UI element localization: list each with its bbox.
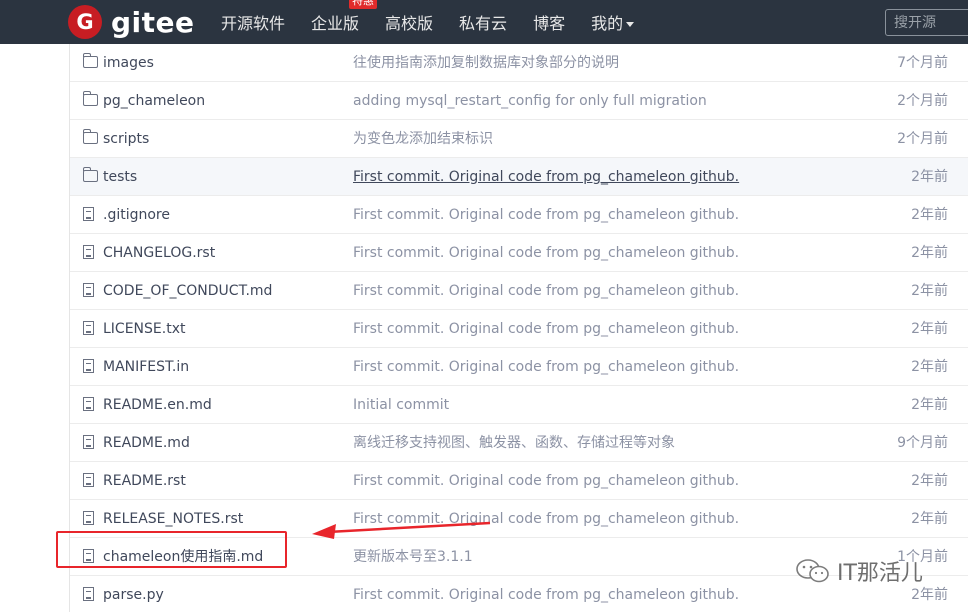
promo-badge: 特惠: [349, 0, 378, 9]
commit-time: 2年前: [911, 473, 948, 489]
file-row-license[interactable]: LICENSE.txt First commit. Original code …: [70, 310, 968, 348]
nav-private-cloud[interactable]: 私有云: [459, 10, 507, 34]
file-name-link[interactable]: LICENSE.txt: [103, 310, 185, 348]
file-icon: [83, 207, 94, 222]
commit-message-link[interactable]: First commit. Original code from pg_cham…: [353, 576, 739, 612]
commit-message-link[interactable]: 为变色龙添加结束标识: [353, 120, 493, 158]
logo-text: gitee: [111, 5, 195, 39]
file-icon: [83, 359, 94, 374]
file-name-link[interactable]: CHANGELOG.rst: [103, 234, 215, 272]
commit-time: 2年前: [911, 397, 948, 413]
commit-message-link[interactable]: Initial commit: [353, 386, 449, 424]
folder-icon: [82, 129, 98, 144]
file-row-gitignore[interactable]: .gitignore First commit. Original code f…: [70, 196, 968, 234]
commit-time: 2年前: [911, 587, 948, 603]
folder-icon: [82, 167, 98, 182]
file-name-link[interactable]: README.en.md: [103, 386, 212, 424]
file-icon: [83, 473, 94, 488]
commit-message-link[interactable]: First commit. Original code from pg_cham…: [353, 348, 739, 386]
file-row-scripts[interactable]: scripts 为变色龙添加结束标识 2个月前: [70, 120, 968, 158]
file-row-readme-md[interactable]: README.md 离线迁移支持视图、触发器、函数、存储过程等对象 9个月前: [70, 424, 968, 462]
nav-open-source[interactable]: 开源软件: [221, 10, 285, 34]
file-name-link[interactable]: CODE_OF_CONDUCT.md: [103, 272, 272, 310]
file-row-chameleon-guide[interactable]: chameleon使用指南.md 更新版本号至3.1.1 1个月前: [70, 538, 968, 576]
commit-message-link[interactable]: First commit. Original code from pg_cham…: [353, 310, 739, 348]
file-row-code-of-conduct[interactable]: CODE_OF_CONDUCT.md First commit. Origina…: [70, 272, 968, 310]
commit-message-link[interactable]: 更新版本号至3.1.1: [353, 538, 473, 576]
file-icon: [83, 321, 94, 336]
commit-time: 2个月前: [897, 93, 948, 109]
file-icon: [83, 549, 94, 564]
file-name-link[interactable]: README.md: [103, 424, 190, 462]
folder-icon: [82, 91, 98, 106]
commit-message-link[interactable]: adding mysql_restart_config for only ful…: [353, 82, 707, 120]
file-row-pg-chameleon[interactable]: pg_chameleon adding mysql_restart_config…: [70, 82, 968, 120]
commit-time: 2个月前: [897, 131, 948, 147]
file-icon: [83, 587, 94, 602]
file-row-readme-rst[interactable]: README.rst First commit. Original code f…: [70, 462, 968, 500]
file-name-link[interactable]: tests: [103, 158, 137, 196]
nav-mine-dropdown[interactable]: 我的: [591, 10, 635, 34]
file-icon: [83, 435, 94, 450]
commit-message-link[interactable]: First commit. Original code from pg_cham…: [353, 196, 739, 234]
file-icon: [83, 511, 94, 526]
file-name-link[interactable]: parse.py: [103, 576, 164, 612]
commit-message-link[interactable]: First commit. Original code from pg_cham…: [353, 500, 739, 538]
commit-time: 2年前: [911, 169, 948, 185]
folder-icon: [82, 53, 98, 68]
commit-message-link[interactable]: 离线迁移支持视图、触发器、函数、存储过程等对象: [353, 424, 675, 462]
commit-time: 2年前: [911, 359, 948, 375]
file-name-link[interactable]: RELEASE_NOTES.rst: [103, 500, 243, 538]
file-name-link[interactable]: scripts: [103, 120, 149, 158]
commit-message-link[interactable]: First commit. Original code from pg_cham…: [353, 462, 739, 500]
gitee-logo-icon: G: [68, 5, 102, 39]
commit-message-link[interactable]: First commit. Original code from pg_cham…: [353, 234, 739, 272]
file-name-link[interactable]: pg_chameleon: [103, 82, 205, 120]
nav-education[interactable]: 高校版: [385, 10, 433, 34]
file-icon: [83, 245, 94, 260]
commit-time: 2年前: [911, 321, 948, 337]
commit-message-link[interactable]: 往使用指南添加复制数据库对象部分的说明: [353, 44, 619, 82]
nav-enterprise[interactable]: 企业版 特惠: [311, 0, 378, 34]
commit-time: 2年前: [911, 283, 948, 299]
file-row-tests[interactable]: tests First commit. Original code from p…: [70, 158, 968, 196]
top-navbar: G gitee 开源软件 企业版 特惠 高校版 私有云 博客 我的: [0, 0, 968, 44]
nav-blog[interactable]: 博客: [533, 10, 565, 34]
file-row-parse-py[interactable]: parse.py First commit. Original code fro…: [70, 576, 968, 612]
file-row-readme-en[interactable]: README.en.md Initial commit 2年前: [70, 386, 968, 424]
file-row-images[interactable]: images 往使用指南添加复制数据库对象部分的说明 7个月前: [70, 44, 968, 82]
commit-time: 2年前: [911, 207, 948, 223]
gitee-logo[interactable]: G gitee: [68, 5, 195, 39]
main-nav: 开源软件 企业版 特惠 高校版 私有云 博客 我的: [221, 0, 660, 44]
commit-message-link[interactable]: First commit. Original code from pg_cham…: [353, 272, 739, 310]
file-list: images 往使用指南添加复制数据库对象部分的说明 7个月前 pg_chame…: [69, 44, 968, 612]
file-row-changelog[interactable]: CHANGELOG.rst First commit. Original cod…: [70, 234, 968, 272]
file-row-release-notes[interactable]: RELEASE_NOTES.rst First commit. Original…: [70, 500, 968, 538]
file-icon: [83, 283, 94, 298]
commit-message-link[interactable]: First commit. Original code from pg_cham…: [353, 158, 739, 196]
search-box[interactable]: [885, 9, 968, 36]
file-name-link[interactable]: README.rst: [103, 462, 186, 500]
chevron-down-icon: [626, 22, 635, 27]
commit-time: 2年前: [911, 245, 948, 261]
file-name-link[interactable]: images: [103, 44, 154, 82]
file-row-manifest[interactable]: MANIFEST.in First commit. Original code …: [70, 348, 968, 386]
commit-time: 1个月前: [897, 549, 948, 565]
commit-time: 2年前: [911, 511, 948, 527]
file-name-link[interactable]: MANIFEST.in: [103, 348, 189, 386]
file-name-link[interactable]: .gitignore: [103, 196, 170, 234]
commit-time: 9个月前: [897, 435, 948, 451]
search-input[interactable]: [886, 10, 968, 35]
file-name-link[interactable]: chameleon使用指南.md: [103, 538, 263, 576]
file-icon: [83, 397, 94, 412]
commit-time: 7个月前: [897, 55, 948, 71]
